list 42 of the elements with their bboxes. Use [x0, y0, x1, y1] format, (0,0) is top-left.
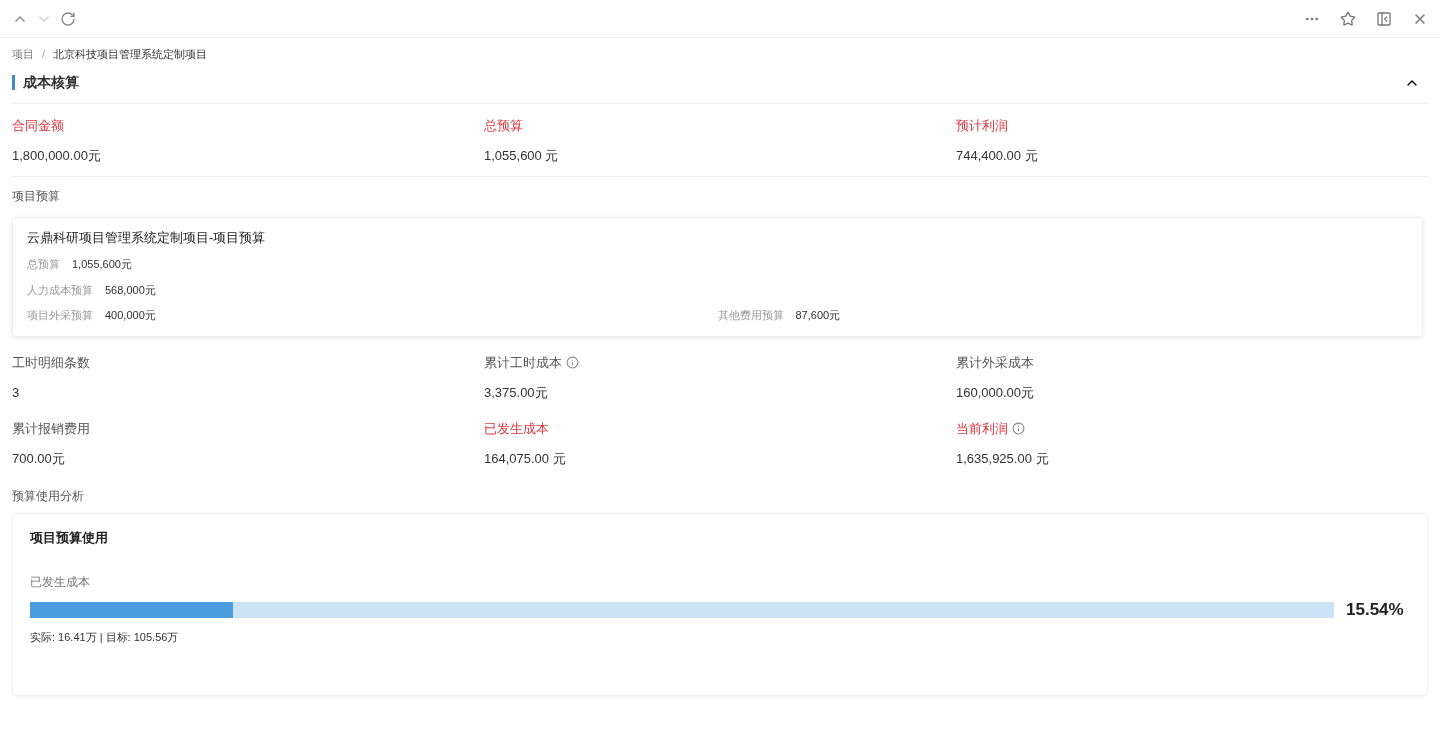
- stat-label: 已发生成本: [484, 419, 549, 438]
- progress-label: 已发生成本: [30, 574, 91, 591]
- stat-value: 1,635,925.00 元: [956, 450, 1050, 468]
- stat-value: 3,375.00元: [484, 384, 549, 402]
- stat-label: 合同金额: [12, 116, 64, 135]
- breadcrumb-item[interactable]: 项目: [12, 46, 34, 63]
- budget-label: 总预算: [27, 257, 60, 272]
- info-icon[interactable]: [566, 355, 579, 369]
- breadcrumb-separator: /: [42, 47, 46, 62]
- card-title: 云鼎科研项目管理系统定制项目-项目预算: [27, 228, 267, 247]
- section-title: 成本核算: [12, 75, 79, 90]
- budget-value: 87,600元: [795, 308, 841, 323]
- stat-value: 3: [12, 384, 21, 402]
- card-title: 项目预算使用: [30, 528, 109, 547]
- progress-caption: 实际: 16.41万 | 目标: 105.56万: [30, 629, 180, 645]
- star-icon[interactable]: [1340, 10, 1356, 27]
- stat-label: 累计报销费用: [12, 419, 90, 438]
- stat-label: 工时明细条数: [12, 353, 90, 372]
- budget-value: 568,000元: [105, 282, 156, 298]
- stat-value: 700.00元: [12, 450, 66, 468]
- stat-value: 1,800,000.00元: [12, 147, 102, 165]
- section-heading: 项目预算: [12, 187, 61, 205]
- stat-value: 164,075.00 元: [484, 450, 567, 468]
- stat-label: 当前利润: [956, 419, 1008, 438]
- stat-value: 744,400.00 元: [956, 147, 1039, 165]
- breadcrumb-item[interactable]: 北京科技项目管理系统定制项目: [53, 46, 208, 63]
- stat-value: 1,055,600 元: [484, 147, 560, 165]
- sidebar-panel-icon[interactable]: [1376, 10, 1392, 27]
- section-heading: 预算使用分析: [12, 487, 85, 505]
- stat-label: 总预算: [484, 116, 523, 135]
- budget-value: 1,055,600元: [72, 257, 132, 272]
- stat-label: 累计外采成本: [956, 353, 1034, 372]
- reload-icon[interactable]: [60, 10, 76, 27]
- budget-label: 项目外采预算: [27, 308, 93, 323]
- stat-label: 预计利润: [956, 116, 1008, 135]
- stat-value: 160,000.00元: [956, 384, 1036, 402]
- budget-value: 400,000元: [105, 308, 156, 323]
- budget-label: 人力成本预算: [27, 282, 93, 298]
- stat-label: 累计工时成本: [484, 353, 562, 372]
- progress-percent: 15.54%: [1346, 599, 1405, 621]
- budget-label: 其他费用预算: [717, 308, 784, 323]
- info-icon[interactable]: [1012, 421, 1025, 435]
